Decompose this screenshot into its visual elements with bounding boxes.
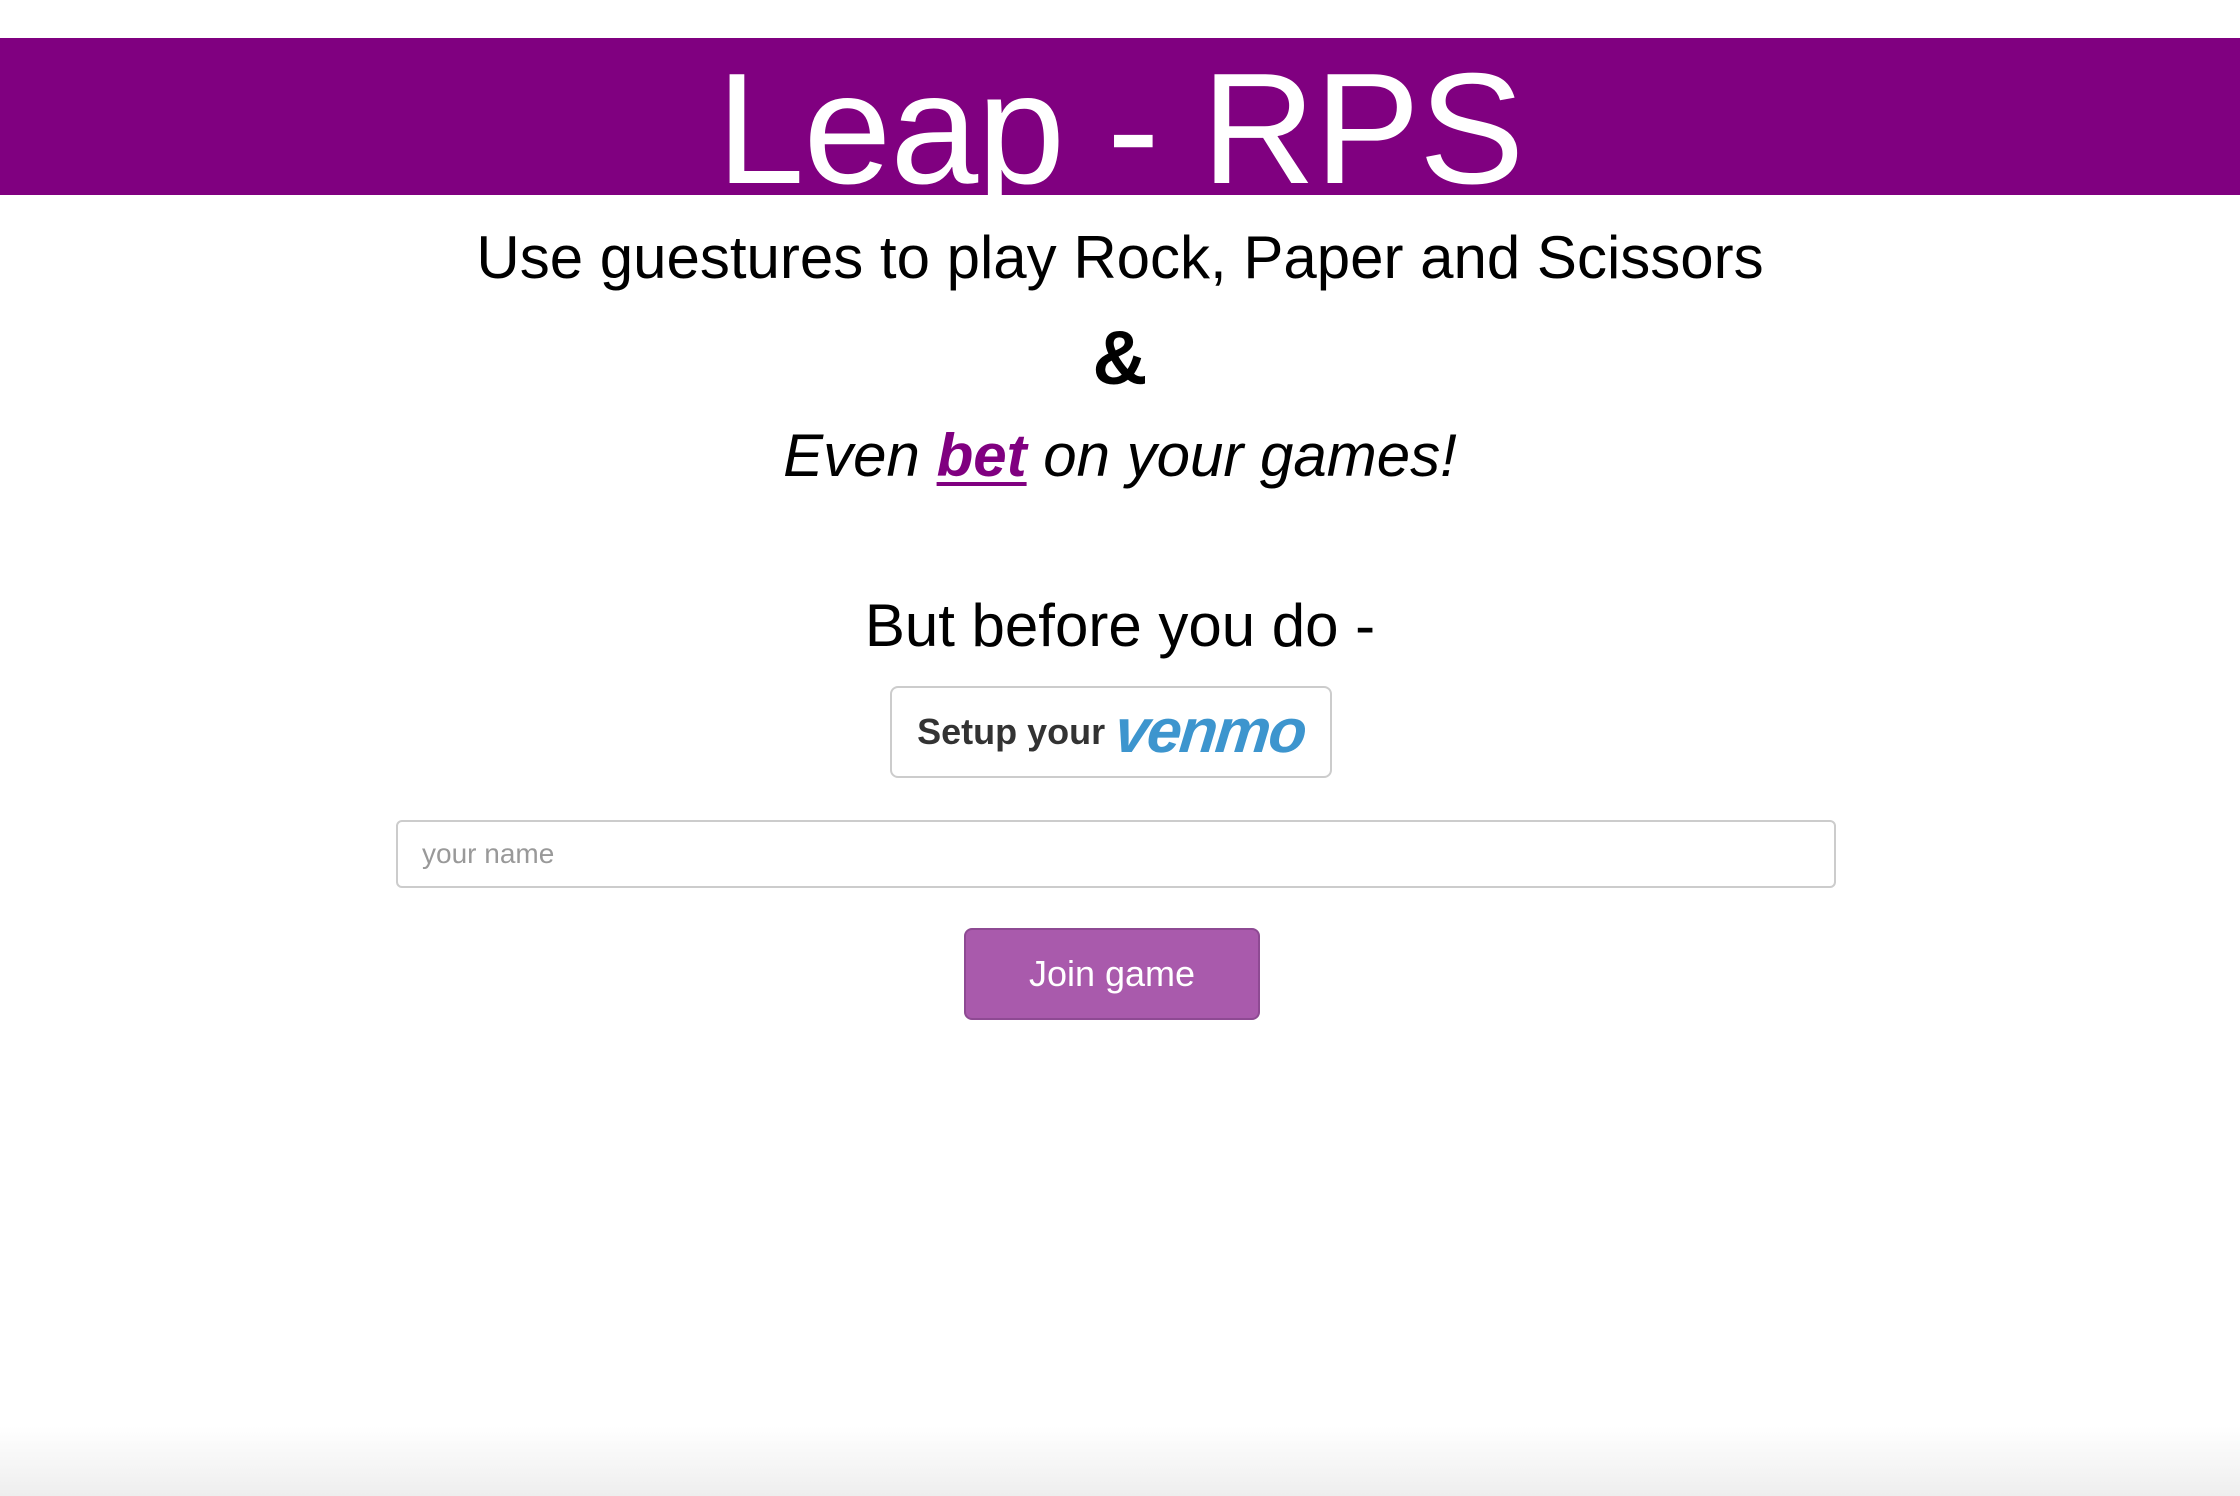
name-input[interactable]: [396, 820, 1836, 888]
bottom-fade: [0, 1426, 2240, 1496]
header-bar: Leap - RPS: [0, 38, 2240, 208]
bet-link[interactable]: bet: [937, 422, 1027, 489]
subtitle: Use guestures to play Rock, Paper and Sc…: [476, 224, 1764, 291]
tagline-before: Even: [783, 422, 937, 489]
ampersand: &: [1092, 316, 1148, 401]
tagline-after: on your games!: [1026, 422, 1457, 489]
venmo-logo: venmo: [1111, 697, 1309, 766]
tagline: Even bet on your games!: [0, 420, 2240, 492]
setup-venmo-button[interactable]: Setup your venmo: [890, 686, 1332, 778]
page: Leap - RPS Use guestures to play Rock, P…: [0, 0, 2240, 1496]
page-title: Leap - RPS: [716, 41, 1525, 217]
join-game-button[interactable]: Join game: [964, 928, 1260, 1020]
setup-venmo-label: Setup your: [917, 711, 1106, 752]
setup-prompt: But before you do -: [864, 592, 1376, 659]
